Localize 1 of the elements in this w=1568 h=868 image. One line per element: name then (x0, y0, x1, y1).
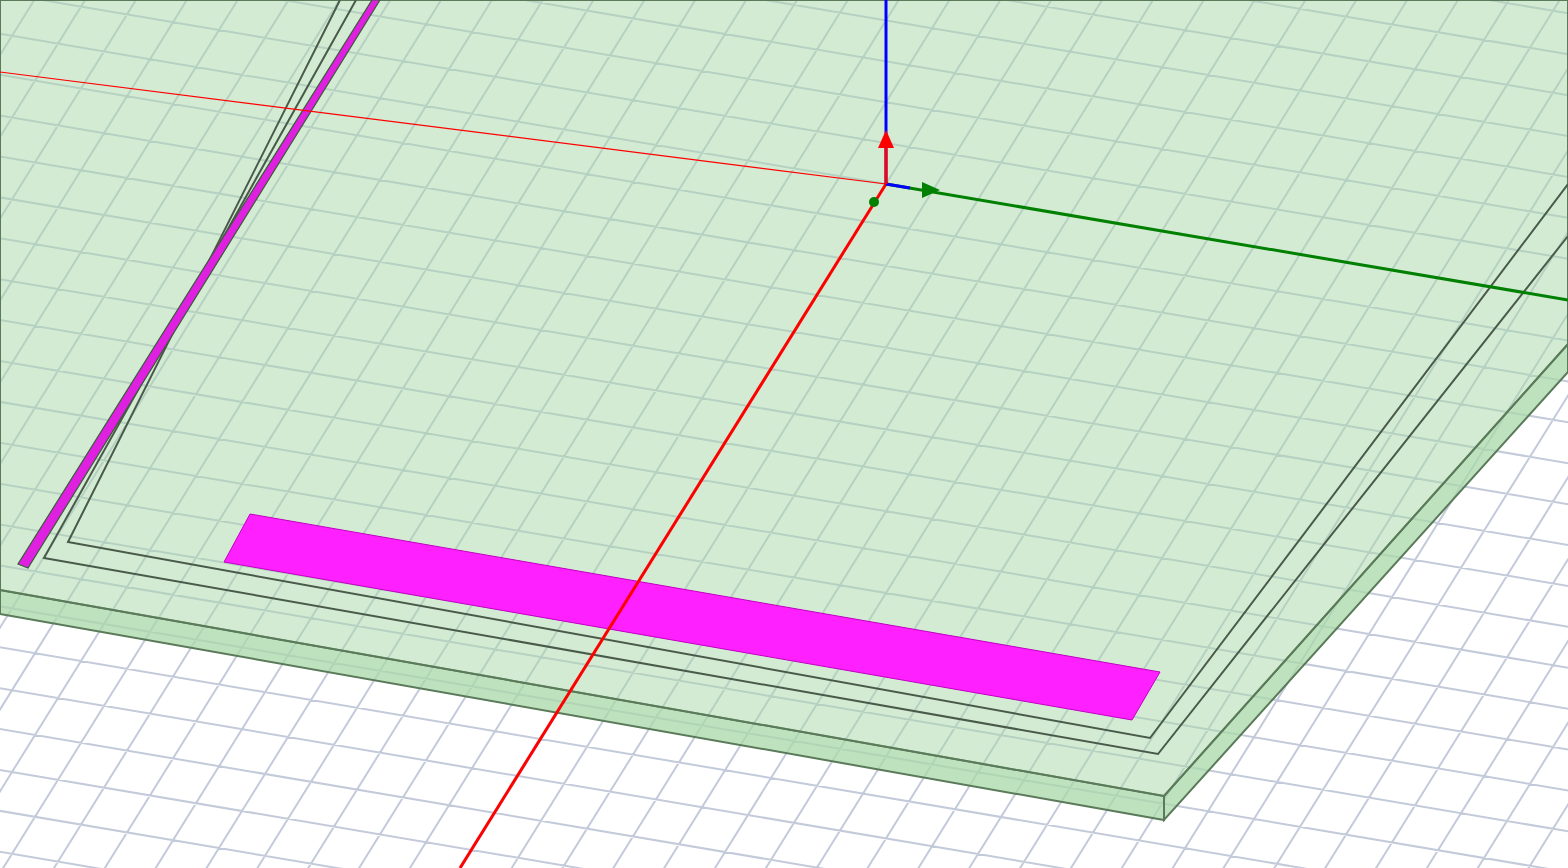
origin-marker (878, 130, 894, 184)
